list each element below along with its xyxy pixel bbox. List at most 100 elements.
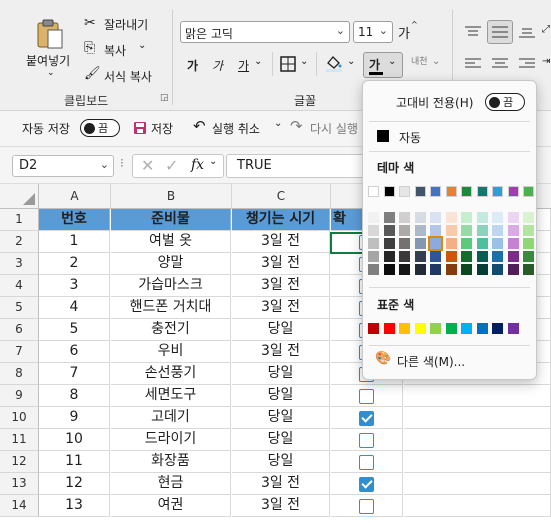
color-swatch[interactable] — [492, 238, 503, 249]
selected-cell-d2[interactable] — [330, 232, 363, 254]
color-swatch[interactable] — [368, 225, 379, 236]
redo-button[interactable]: 다시 실행 — [310, 120, 358, 137]
color-swatch[interactable] — [461, 186, 472, 197]
checkbox-cell[interactable] — [331, 407, 403, 429]
color-swatch[interactable] — [430, 264, 441, 275]
select-all-button[interactable] — [0, 184, 39, 209]
color-swatch[interactable] — [461, 238, 472, 249]
column-header-c[interactable]: C — [232, 184, 331, 209]
color-swatch[interactable] — [523, 212, 534, 223]
color-swatch[interactable] — [476, 251, 488, 262]
table-cell[interactable]: 당일 — [232, 451, 330, 473]
color-swatch[interactable] — [461, 225, 472, 236]
align-right-button[interactable] — [516, 54, 538, 74]
phonetic-button[interactable]: 내천 — [411, 54, 428, 67]
copy-button[interactable]: ⎘ 복사 ⌄ — [84, 40, 154, 60]
undo-icon[interactable]: ↶ — [193, 117, 206, 135]
row-header[interactable]: 14 — [0, 495, 39, 517]
name-box[interactable]: D2 ⌄ — [12, 155, 114, 177]
color-swatch[interactable] — [399, 264, 410, 275]
column-header-a[interactable]: A — [39, 184, 111, 209]
color-swatch[interactable] — [523, 186, 534, 197]
color-swatch[interactable] — [476, 238, 488, 249]
color-swatch[interactable] — [445, 251, 457, 262]
table-cell[interactable]: 드라이기 — [111, 429, 231, 451]
table-cell[interactable]: 5 — [39, 319, 110, 341]
table-cell[interactable]: 9 — [39, 407, 110, 429]
table-cell[interactable]: 7 — [39, 363, 110, 385]
table-cell[interactable]: 4 — [39, 297, 110, 319]
table-cell[interactable]: 2 — [39, 253, 110, 275]
table-cell[interactable]: 화장품 — [111, 451, 231, 473]
checkbox-cell[interactable] — [331, 495, 403, 517]
color-swatch[interactable] — [383, 251, 395, 262]
color-swatch[interactable] — [476, 186, 488, 197]
empty-cell[interactable] — [404, 429, 551, 451]
color-swatch[interactable] — [368, 238, 379, 249]
color-swatch[interactable] — [492, 323, 503, 334]
color-swatch[interactable] — [399, 225, 410, 236]
save-icon[interactable] — [133, 121, 147, 135]
color-swatch[interactable] — [492, 225, 503, 236]
redo-icon[interactable]: ↷ — [290, 117, 303, 135]
align-middle-button[interactable] — [487, 20, 513, 44]
color-swatch[interactable] — [523, 264, 534, 275]
empty-cell[interactable] — [404, 407, 551, 429]
color-swatch[interactable] — [430, 323, 441, 334]
indent-button[interactable]: ⇥ — [541, 54, 551, 74]
color-swatch[interactable] — [507, 186, 519, 197]
table-cell[interactable]: 여벌 옷 — [111, 231, 231, 253]
color-swatch[interactable] — [476, 225, 488, 236]
color-swatch[interactable] — [507, 251, 519, 262]
color-swatch[interactable] — [476, 323, 488, 334]
color-swatch[interactable] — [445, 238, 457, 249]
checkbox[interactable] — [359, 499, 374, 514]
table-cell[interactable]: 3일 전 — [232, 253, 330, 275]
empty-cell[interactable] — [404, 473, 551, 495]
checkbox-checked[interactable] — [359, 477, 374, 492]
table-cell[interactable]: 6 — [39, 341, 110, 363]
table-cell[interactable]: 8 — [39, 385, 110, 407]
row-header[interactable]: 9 — [0, 385, 39, 407]
color-swatch[interactable] — [430, 212, 441, 223]
table-cell[interactable]: 고데기 — [111, 407, 231, 429]
color-swatch[interactable] — [414, 225, 426, 236]
empty-cell[interactable] — [404, 451, 551, 473]
align-center-button[interactable] — [489, 54, 511, 74]
color-swatch-selected[interactable] — [428, 236, 443, 251]
table-cell[interactable]: 충전기 — [111, 319, 231, 341]
table-cell[interactable]: 10 — [39, 429, 110, 451]
color-swatch[interactable] — [414, 238, 426, 249]
font-name-select[interactable]: 맑은 고딕 ⌄ — [180, 21, 350, 43]
color-swatch[interactable] — [461, 323, 472, 334]
fill-color-icon[interactable] — [325, 54, 343, 72]
checkbox[interactable] — [359, 389, 374, 404]
undo-button[interactable]: 실행 취소 — [212, 120, 260, 137]
table-cell[interactable]: 현금 — [111, 473, 231, 495]
row-header[interactable]: 10 — [0, 407, 39, 429]
font-size-select[interactable]: 11 ⌄ — [353, 21, 393, 43]
orientation-button[interactable]: ⤢ — [541, 22, 551, 42]
row-header[interactable]: 12 — [0, 451, 39, 473]
color-swatch[interactable] — [414, 186, 426, 197]
table-cell[interactable]: 당일 — [232, 429, 330, 451]
bold-button[interactable]: 가 — [187, 57, 198, 74]
color-swatch[interactable] — [523, 225, 534, 236]
row-header[interactable]: 5 — [0, 297, 39, 319]
table-cell[interactable]: 3일 전 — [232, 473, 330, 495]
table-cell[interactable]: 당일 — [232, 385, 330, 407]
color-swatch[interactable] — [507, 225, 519, 236]
color-swatch[interactable] — [414, 251, 426, 262]
header-cell[interactable]: 번호 — [39, 209, 110, 231]
row-header[interactable]: 6 — [0, 319, 39, 341]
color-swatch[interactable] — [430, 251, 441, 262]
empty-cell[interactable] — [404, 495, 551, 517]
color-swatch[interactable] — [399, 186, 410, 197]
color-swatch[interactable] — [461, 212, 472, 223]
color-swatch[interactable] — [383, 186, 395, 197]
table-cell[interactable]: 11 — [39, 451, 110, 473]
row-header[interactable]: 11 — [0, 429, 39, 451]
color-swatch[interactable] — [399, 251, 410, 262]
table-cell[interactable]: 12 — [39, 473, 110, 495]
color-swatch[interactable] — [445, 212, 457, 223]
